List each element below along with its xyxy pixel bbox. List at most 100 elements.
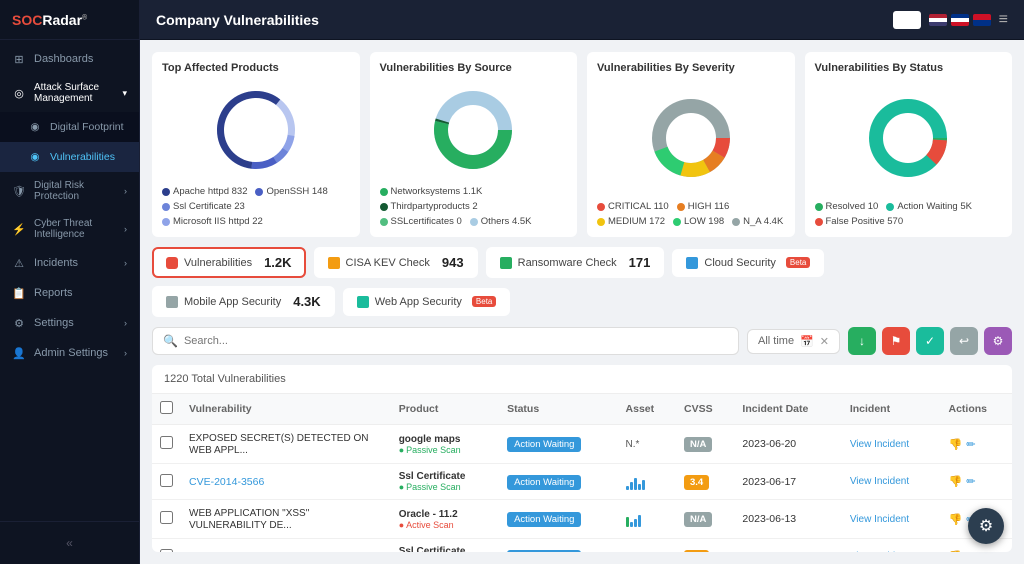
status-cell: Action Waiting [499, 425, 617, 464]
thumb-down-icon[interactable]: 👎 [949, 438, 963, 451]
incident-icon: ⚠ [12, 256, 26, 270]
sidebar-item-incidents[interactable]: ⚠ Incidents › [0, 248, 139, 278]
beta-badge-1: Beta [786, 257, 810, 268]
legend-item: HIGH 116 [677, 201, 730, 212]
clear-icon[interactable]: ✕ [820, 335, 829, 348]
view-incident-link[interactable]: View Incident [850, 514, 933, 525]
status-badge: Action Waiting [507, 475, 581, 490]
view-incident-link[interactable]: View Incident [850, 476, 933, 487]
legend-item: MEDIUM 172 [597, 216, 665, 227]
tab-cisa[interactable]: CISA KEV Check 943 [314, 247, 478, 278]
action-buttons: ↓ ⚑ ✓ ↩ ⚙ [848, 327, 1012, 355]
admin-icon: 👤 [12, 346, 26, 360]
cvss-badge: N/A [684, 437, 712, 452]
row-actions: 👎 ✏ [949, 550, 1005, 552]
back-button[interactable]: ↩ [950, 327, 978, 355]
edit-icon[interactable]: ✏ [966, 550, 975, 552]
tab-mobile[interactable]: Mobile App Security 4.3K [152, 286, 335, 317]
sidebar-collapse-button[interactable]: « [0, 530, 139, 556]
color-dot [470, 218, 478, 226]
chevron-icon: › [124, 186, 127, 196]
asset-cell [618, 539, 676, 553]
vulnerabilities-table: Vulnerability Product Status Asset CVSS … [152, 394, 1012, 552]
view-incident-link[interactable]: View Incident [850, 551, 933, 552]
table-row: CVE-2014-3566 Ssl Certificate ● Passive … [152, 539, 1012, 553]
table-scroll[interactable]: Vulnerability Product Status Asset CVSS … [152, 394, 1012, 552]
asset-cell [618, 464, 676, 500]
by-source-card: Vulnerabilities By Source Networksystems… [370, 52, 578, 237]
download-button[interactable]: ↓ [848, 327, 876, 355]
spark-bar [634, 519, 637, 527]
edit-icon[interactable]: ✏ [966, 438, 975, 451]
table-row: EXPOSED SECRET(S) DETECTED ON WEB APPL..… [152, 425, 1012, 464]
row-checkbox[interactable] [152, 464, 181, 500]
color-dot [255, 188, 263, 196]
footprint-icon: ◉ [28, 120, 42, 134]
calendar-icon: 📅 [800, 335, 814, 348]
view-incident-link[interactable]: View Incident [850, 439, 933, 450]
sidebar-item-label: Incidents [34, 257, 78, 269]
donut-chart-4 [815, 80, 1003, 195]
sidebar-item-label: Vulnerabilities [50, 151, 115, 163]
tab-dot-5 [166, 296, 178, 308]
vuln-name: CVE-2014-3566 [181, 464, 391, 500]
tab-cloud[interactable]: Cloud Security Beta [672, 249, 824, 277]
sidebar-item-cti[interactable]: ⚡ Cyber Threat Intelligence › [0, 210, 139, 248]
search-row: 🔍 All time 📅 ✕ ↓ ⚑ ✓ ↩ ⚙ [152, 327, 1012, 355]
th-cvss: CVSS [676, 394, 734, 425]
sidebar-item-asm[interactable]: ◎ Attack Surface Management ▾ [0, 74, 139, 112]
search-box[interactable]: 🔍 [152, 327, 739, 355]
legend-item: CRITICAL 110 [597, 201, 669, 212]
sidebar-item-label: Digital Footprint [50, 121, 124, 133]
sidebar-item-reports[interactable]: 📋 Reports [0, 278, 139, 308]
thumb-down-icon[interactable]: 👎 [949, 475, 963, 488]
legend-item: Apache httpd 832 [162, 186, 247, 197]
cvss-cell: 3.4 [676, 464, 734, 500]
check-button[interactable]: ✓ [916, 327, 944, 355]
color-dot [815, 218, 823, 226]
settings-filter-button[interactable]: ⚙ [984, 327, 1012, 355]
date-filter[interactable]: All time 📅 ✕ [747, 329, 840, 354]
row-checkbox[interactable] [152, 539, 181, 553]
sidebar-item-drp[interactable]: 🛡 Digital Risk Protection › [0, 172, 139, 210]
user-avatar[interactable] [893, 11, 921, 29]
cve-link[interactable]: CVE-2014-3566 [189, 551, 264, 553]
status-cell: Action Waiting [499, 539, 617, 553]
spark-bar [638, 484, 641, 490]
tab-vulnerabilities[interactable]: Vulnerabilities 1.2K [152, 247, 306, 278]
flag-button[interactable]: ⚑ [882, 327, 910, 355]
sidebar-item-label: Dashboards [34, 53, 93, 65]
chevron-icon: › [124, 318, 127, 328]
tab-webapp[interactable]: Web App Security Beta [343, 288, 511, 316]
table-total-label: 1220 Total Vulnerabilities [152, 365, 1012, 394]
row-checkbox[interactable] [152, 425, 181, 464]
thumb-down-icon[interactable]: 👎 [949, 513, 963, 526]
tab-ransomware[interactable]: Ransomware Check 171 [486, 247, 665, 278]
thumb-down-icon[interactable]: 👎 [949, 550, 963, 552]
table-row: WEB APPLICATION "XSS" VULNERABILITY DE..… [152, 500, 1012, 539]
donut-svg-1 [211, 85, 301, 175]
edit-icon[interactable]: ✏ [966, 475, 975, 488]
sparkline [626, 474, 668, 490]
date-cell: 2023-06-17 [734, 464, 841, 500]
sidebar-item-settings[interactable]: ⚙ Settings › [0, 308, 139, 338]
cve-link[interactable]: CVE-2014-3566 [189, 476, 264, 488]
tab-dot-1 [166, 257, 178, 269]
legend-item: LOW 198 [673, 216, 724, 227]
select-all-checkbox[interactable] [160, 401, 173, 414]
sidebar-item-digital-footprint[interactable]: ◉ Digital Footprint [0, 112, 139, 142]
report-icon: 📋 [12, 286, 26, 300]
asset-cell [618, 500, 676, 539]
sidebar-item-admin[interactable]: 👤 Admin Settings › [0, 338, 139, 368]
spark-bar [630, 522, 633, 527]
tab-label-1: Vulnerabilities [184, 257, 252, 269]
legend-item: Thirdpartyproducts 2 [380, 201, 478, 212]
color-dot [597, 203, 605, 211]
search-input[interactable] [184, 335, 728, 347]
sidebar-item-vulnerabilities[interactable]: ◉ Vulnerabilities [0, 142, 139, 172]
row-checkbox[interactable] [152, 500, 181, 539]
floating-settings-button[interactable]: ⚙ [968, 508, 1004, 544]
sidebar-item-dashboards[interactable]: ⊞ Dashboards [0, 44, 139, 74]
color-dot [732, 218, 740, 226]
topbar-menu-icon[interactable]: ≡ [999, 11, 1008, 29]
